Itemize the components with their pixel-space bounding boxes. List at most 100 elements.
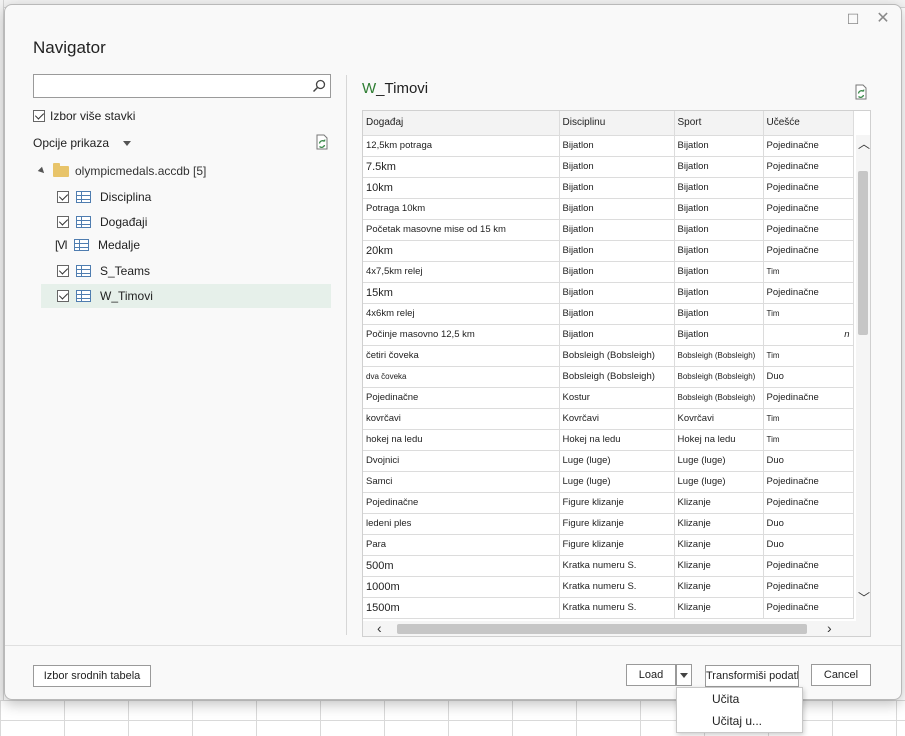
table-cell: ledeni ples bbox=[363, 513, 560, 535]
tree-item-checkbox[interactable] bbox=[57, 191, 69, 203]
table-cell: Bobsleigh (Bobsleigh) bbox=[559, 345, 675, 367]
display-options-label: Opcije prikaza bbox=[33, 136, 110, 150]
table-row: 10km Bijatlon Bijatlon Pojedinačne bbox=[363, 177, 854, 199]
tree-item-label: Disciplina bbox=[100, 190, 152, 204]
table-cell: Duo bbox=[763, 450, 854, 472]
multi-select-option[interactable]: Izbor više stavki bbox=[33, 109, 135, 123]
search-input[interactable] bbox=[33, 74, 331, 98]
table-row: Pojedinačne Figure klizanje Klizanje Pojedi… bbox=[363, 492, 854, 514]
table-row: 7.5km Bijatlon Bijatlon Pojedinačne bbox=[363, 156, 854, 178]
table-cell: Klizanje bbox=[674, 576, 764, 598]
table-cell: Počinje masovno 12,5 km bbox=[363, 324, 560, 346]
table-icon bbox=[76, 216, 91, 228]
table-cell: Bijatlon bbox=[674, 324, 764, 346]
folder-icon bbox=[53, 162, 69, 177]
display-options-dropdown[interactable]: Opcije prikaza bbox=[33, 136, 132, 150]
cancel-button[interactable]: Cancel bbox=[811, 664, 871, 686]
table-cell: Tim bbox=[763, 429, 854, 451]
table-cell: Kovrčavi bbox=[674, 408, 764, 430]
table-cell: Pojedinačne bbox=[763, 219, 854, 241]
table-cell: 7.5km bbox=[363, 156, 560, 178]
table-cell: Luge (luge) bbox=[559, 450, 675, 472]
table-cell: Pojedinačne bbox=[763, 597, 854, 619]
load-dropdown-button[interactable] bbox=[676, 664, 692, 686]
scroll-left-icon[interactable]: ‹ bbox=[377, 620, 382, 636]
scroll-right-icon[interactable]: › bbox=[827, 620, 832, 636]
scroll-up-icon[interactable]: ︿ bbox=[858, 135, 870, 152]
column-header[interactable]: Disciplinu bbox=[559, 111, 675, 136]
table-cell: Bijatlon bbox=[674, 177, 764, 199]
load-button[interactable]: Load bbox=[626, 664, 676, 686]
table-cell: Pojedinačne bbox=[763, 198, 854, 220]
multi-select-checkbox[interactable] bbox=[33, 110, 45, 122]
pane-divider[interactable] bbox=[346, 75, 347, 635]
tree-item-checkbox[interactable] bbox=[57, 216, 69, 228]
tree-item-label: Događaji bbox=[100, 215, 148, 229]
table-row: 1000m Kratka numeru S. Klizanje Pojedinačne bbox=[363, 576, 854, 598]
table-cell: Potraga 10km bbox=[363, 198, 560, 220]
tree-item-s-teams[interactable]: S_Teams bbox=[41, 259, 331, 283]
column-header[interactable]: Događaj bbox=[363, 111, 560, 136]
chevron-down-icon bbox=[680, 672, 688, 678]
table-row: 1500m Kratka numeru S. Klizanje Pojedinačne bbox=[363, 597, 854, 619]
table-cell: Bijatlon bbox=[674, 261, 764, 283]
transform-data-button[interactable]: Transformiši podatke bbox=[705, 665, 799, 687]
table-cell: Bijatlon bbox=[674, 303, 764, 325]
table-cell: Bijatlon bbox=[559, 219, 675, 241]
table-cell: Početak masovne mise od 15 km bbox=[363, 219, 560, 241]
table-cell: Bijatlon bbox=[674, 219, 764, 241]
table-cell: Pojedinačne bbox=[763, 492, 854, 514]
expand-caret-icon[interactable] bbox=[37, 166, 47, 176]
table-cell: 1000m bbox=[363, 576, 560, 598]
table-cell: dva čoveka bbox=[363, 366, 560, 388]
refresh-icon[interactable] bbox=[314, 134, 330, 150]
table-row: Dvojnici Luge (luge) Luge (luge) Duo bbox=[363, 450, 854, 472]
table-cell: n bbox=[763, 324, 854, 346]
table-cell: Pojedinačne bbox=[763, 156, 854, 178]
tree-item-dogadjaji[interactable]: Događaji bbox=[41, 210, 331, 234]
menu-item-load-to[interactable]: Učitaj u... bbox=[677, 710, 802, 732]
tree-item-w-timovi[interactable]: W_Timovi bbox=[41, 284, 331, 308]
table-cell: Kovrčavi bbox=[559, 408, 675, 430]
column-header[interactable]: Učešće bbox=[763, 111, 854, 136]
preview-refresh-icon[interactable] bbox=[853, 84, 869, 100]
table-cell: Bijatlon bbox=[559, 198, 675, 220]
table-row: 12,5km potraga Bijatlon Bijatlon Pojedinačn… bbox=[363, 135, 854, 157]
table-cell: Bijatlon bbox=[674, 135, 764, 157]
table-cell: Figure klizanje bbox=[559, 513, 675, 535]
tree-item-checkbox[interactable] bbox=[57, 265, 69, 277]
tree-item-partial-checkbox[interactable]: [VI bbox=[55, 238, 68, 252]
table-icon bbox=[76, 290, 91, 302]
table-cell: Duo bbox=[763, 513, 854, 535]
tree-item-medalje[interactable]: [VI Medalje bbox=[41, 233, 331, 257]
column-header[interactable]: Sport bbox=[674, 111, 764, 136]
scroll-down-icon[interactable]: ﹀ bbox=[858, 589, 870, 606]
horizontal-scrollbar[interactable]: ‹ › bbox=[363, 620, 870, 636]
maximize-icon[interactable]: ☐ bbox=[844, 10, 862, 28]
table-cell: 20km bbox=[363, 240, 560, 262]
table-row: Početak masovne mise od 15 km Bijatlon Bij… bbox=[363, 219, 854, 241]
table-cell: Para bbox=[363, 534, 560, 556]
table-cell: Luge (luge) bbox=[674, 471, 764, 493]
tree-item-label: S_Teams bbox=[100, 264, 151, 278]
table-cell: 12,5km potraga bbox=[363, 135, 560, 157]
table-row: četiri čoveka Bobsleigh (Bobsleigh) Bobsle… bbox=[363, 345, 854, 367]
search-icon[interactable] bbox=[312, 79, 326, 93]
preview-table-container: Događaj Disciplinu Sport Učešće 12,5km p… bbox=[362, 110, 871, 637]
table-cell: Bijatlon bbox=[559, 156, 675, 178]
horizontal-scroll-thumb[interactable] bbox=[397, 624, 807, 634]
vertical-scroll-thumb[interactable] bbox=[858, 171, 868, 335]
tree-root-database[interactable]: olympicmedals.accdb [5] bbox=[37, 162, 206, 178]
vertical-scrollbar[interactable]: ︿ ﹀ bbox=[856, 135, 870, 621]
table-cell: Bijatlon bbox=[559, 324, 675, 346]
table-row: Potraga 10km Bijatlon Bijatlon Pojedinačne bbox=[363, 198, 854, 220]
table-cell: Pojedinačne bbox=[763, 576, 854, 598]
table-cell: Bobsleigh (Bobsleigh) bbox=[674, 387, 764, 409]
table-cell: Duo bbox=[763, 534, 854, 556]
tree-item-checkbox[interactable] bbox=[57, 290, 69, 302]
tree-item-disciplina[interactable]: Disciplina bbox=[41, 185, 331, 209]
close-icon[interactable]: ✕ bbox=[874, 10, 892, 28]
related-tables-button[interactable]: Izbor srodnih tabela bbox=[33, 665, 151, 687]
menu-item-load[interactable]: Učita bbox=[677, 688, 802, 710]
table-cell: Pojedinačne bbox=[763, 471, 854, 493]
